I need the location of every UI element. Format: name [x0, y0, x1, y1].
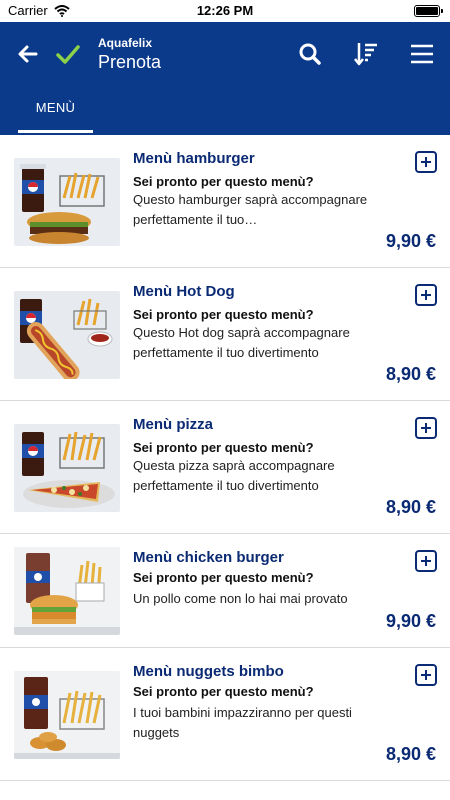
list-item[interactable]: Menù pizza Sei pronto per questo menù? Q… — [0, 401, 450, 534]
item-description: Questa pizza saprà accompagnare perfetta… — [133, 458, 335, 493]
list-item[interactable]: Menù nuggets bimbo Sei pronto per questo… — [0, 648, 450, 781]
tab-indicator — [18, 130, 93, 133]
header-subtitle: Aquafelix — [98, 36, 153, 50]
add-icon[interactable] — [415, 417, 437, 439]
item-description: Questo hamburger saprà accompagnare perf… — [133, 192, 368, 227]
item-subtitle: Sei pronto per questo menù? — [133, 684, 314, 699]
sort-icon — [354, 43, 377, 66]
item-price: 9,90 € — [385, 231, 436, 251]
battery-icon — [414, 5, 443, 17]
item-title: Menù hamburger — [133, 150, 255, 167]
status-bar: Carrier 12:26 PM — [0, 0, 450, 22]
item-subtitle: Sei pronto per questo menù? — [133, 440, 314, 455]
search-button[interactable] — [296, 40, 324, 68]
nuggets-menu-photo — [14, 671, 120, 759]
item-title: Menù Hot Dog — [133, 283, 235, 300]
tab-menu[interactable]: MENÙ — [18, 100, 93, 135]
check-icon — [56, 45, 80, 64]
item-title: Menù chicken burger — [133, 549, 284, 566]
item-subtitle: Sei pronto per questo menù? — [133, 307, 314, 322]
item-price: 8,90 € — [385, 744, 436, 764]
item-description: I tuoi bambini impazziranno per questi n… — [133, 705, 352, 740]
list-item[interactable]: Menù chicken burger Sei pronto per quest… — [0, 534, 450, 648]
item-price: 8,90 € — [385, 364, 436, 384]
add-icon[interactable] — [415, 284, 437, 306]
status-time: 12:26 PM — [196, 3, 254, 18]
tab-menu-label: MENÙ — [35, 100, 76, 115]
sort-button[interactable] — [352, 40, 380, 68]
back-arrow-icon — [18, 45, 38, 63]
item-title: Menù nuggets bimbo — [133, 663, 284, 680]
item-price: 9,90 € — [385, 611, 436, 631]
search-icon — [299, 43, 321, 65]
item-description: Un pollo come non lo hai mai provato — [133, 591, 348, 606]
chicken-burger-menu-photo — [14, 547, 120, 635]
list-item[interactable]: Menù hamburger Sei pronto per questo men… — [0, 135, 450, 268]
add-icon[interactable] — [415, 151, 437, 173]
pizza-menu-photo — [14, 424, 120, 512]
overflow-menu-button[interactable] — [408, 40, 436, 68]
menu-list: Menù hamburger Sei pronto per questo men… — [0, 135, 450, 781]
hamburger-menu-icon — [411, 44, 433, 64]
item-price: 8,90 € — [385, 497, 436, 517]
item-title: Menù pizza — [133, 416, 214, 433]
item-subtitle: Sei pronto per questo menù? — [133, 174, 314, 189]
item-description: Questo Hot dog saprà accompagnare perfet… — [133, 325, 350, 360]
add-icon[interactable] — [415, 664, 437, 686]
app-bar: Aquafelix Prenota MENÙ — [0, 22, 450, 135]
confirm-button[interactable] — [54, 40, 82, 68]
hotdog-menu-photo — [14, 291, 120, 379]
back-button[interactable] — [14, 40, 42, 68]
list-item[interactable]: Menù Hot Dog Sei pronto per questo menù?… — [0, 268, 450, 401]
item-subtitle: Sei pronto per questo menù? — [133, 570, 314, 585]
hamburger-menu-photo — [14, 158, 120, 246]
add-icon[interactable] — [415, 550, 437, 572]
page-title: Prenota — [98, 52, 162, 72]
header-titles: Aquafelix Prenota — [98, 36, 161, 74]
